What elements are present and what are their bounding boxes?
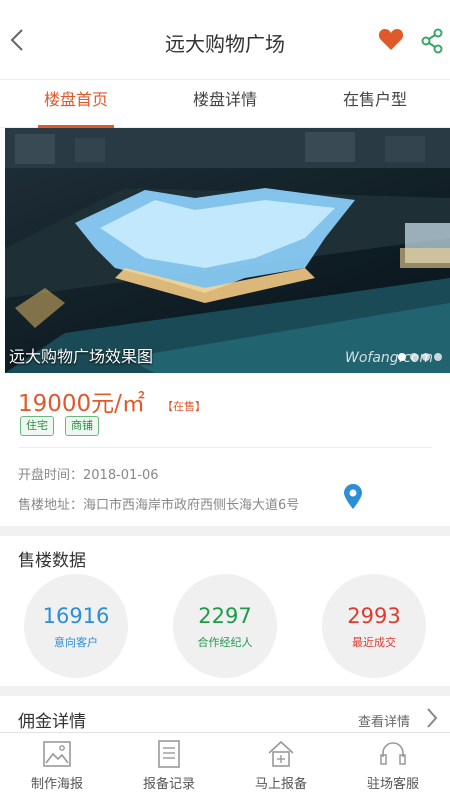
sales-data-title: 售楼数据	[18, 551, 86, 571]
carousel-dot[interactable]	[398, 353, 406, 361]
image-icon	[43, 741, 71, 767]
headset-icon	[380, 742, 406, 765]
heart-icon	[378, 29, 404, 50]
chevron-right-icon	[427, 708, 438, 728]
nav-label: 马上报备	[254, 777, 307, 792]
divider	[18, 447, 432, 448]
nav-filing-records[interactable]: 报备记录	[114, 733, 224, 800]
list-icon	[158, 740, 180, 768]
stat-label: 合作经纪人	[197, 636, 253, 649]
carousel-dot[interactable]	[422, 353, 430, 361]
back-arrow-icon	[10, 29, 23, 51]
nav-label: 报备记录	[142, 777, 195, 792]
sales-address: 售楼地址：海口市西海岸市政府西侧长海大道6号	[18, 498, 300, 513]
stat-recent-deals[interactable]: 2993 最近成交	[322, 574, 426, 678]
tag-shops: 商铺	[65, 416, 99, 436]
view-details-link[interactable]: 查看详情	[358, 711, 410, 730]
share-button[interactable]	[420, 28, 444, 54]
tab-floor-plans[interactable]: 在售户型	[337, 80, 413, 128]
nav-label: 制作海报	[30, 777, 83, 792]
stat-value: 2993	[347, 604, 401, 628]
section-separator	[0, 686, 450, 696]
price-row: 19000元/㎡ 【在售】	[18, 384, 206, 417]
tag-residential: 住宅	[20, 416, 54, 436]
view-details-chevron[interactable]	[425, 706, 439, 734]
mall-rendering-image: Wofang.com	[5, 128, 450, 373]
stat-label: 最近成交	[352, 636, 396, 649]
stat-value: 16916	[42, 604, 110, 628]
carousel-dot[interactable]	[434, 353, 442, 361]
nav-file-now[interactable]: 马上报备	[226, 733, 336, 800]
open-date: 开盘时间：2018-01-06	[18, 468, 159, 483]
nav-onsite-service[interactable]: 驻场客服	[338, 733, 448, 800]
stat-value: 2297	[198, 604, 252, 628]
home-add-icon	[268, 740, 294, 767]
tab-label: 楼盘详情	[192, 90, 257, 109]
carousel-dot[interactable]	[410, 353, 418, 361]
tab-label: 在售户型	[342, 90, 407, 109]
stat-partner-agents[interactable]: 2297 合作经纪人	[173, 574, 277, 678]
section-separator	[0, 526, 450, 536]
tab-bar: 楼盘首页 楼盘详情 在售户型	[0, 80, 450, 128]
location-pin-icon	[344, 484, 362, 509]
tab-property-details[interactable]: 楼盘详情	[187, 80, 263, 128]
back-button[interactable]	[6, 26, 30, 54]
nav-make-poster[interactable]: 制作海报	[2, 733, 112, 800]
status-badge: 【在售】	[162, 400, 206, 413]
share-icon	[421, 28, 443, 54]
price: 19000元/㎡	[18, 391, 145, 417]
hero-caption: 远大购物广场效果图	[9, 347, 154, 366]
commission-title: 佣金详情	[18, 712, 86, 732]
stat-intended-customers[interactable]: 16916 意向客户	[24, 574, 128, 678]
map-location-button[interactable]	[343, 484, 363, 514]
top-bar: 远大购物广场	[0, 0, 450, 80]
carousel-indicator	[398, 353, 442, 361]
tab-property-home[interactable]: 楼盘首页	[38, 80, 114, 128]
stat-label: 意向客户	[54, 636, 98, 649]
bottom-nav: 制作海报 报备记录 马上报备 驻场客服	[0, 732, 450, 800]
hero-carousel[interactable]: Wofang.com 远大购物广场效果图	[5, 128, 450, 373]
tab-label: 楼盘首页	[43, 90, 108, 109]
favorite-button[interactable]	[378, 28, 404, 52]
nav-label: 驻场客服	[366, 777, 419, 792]
